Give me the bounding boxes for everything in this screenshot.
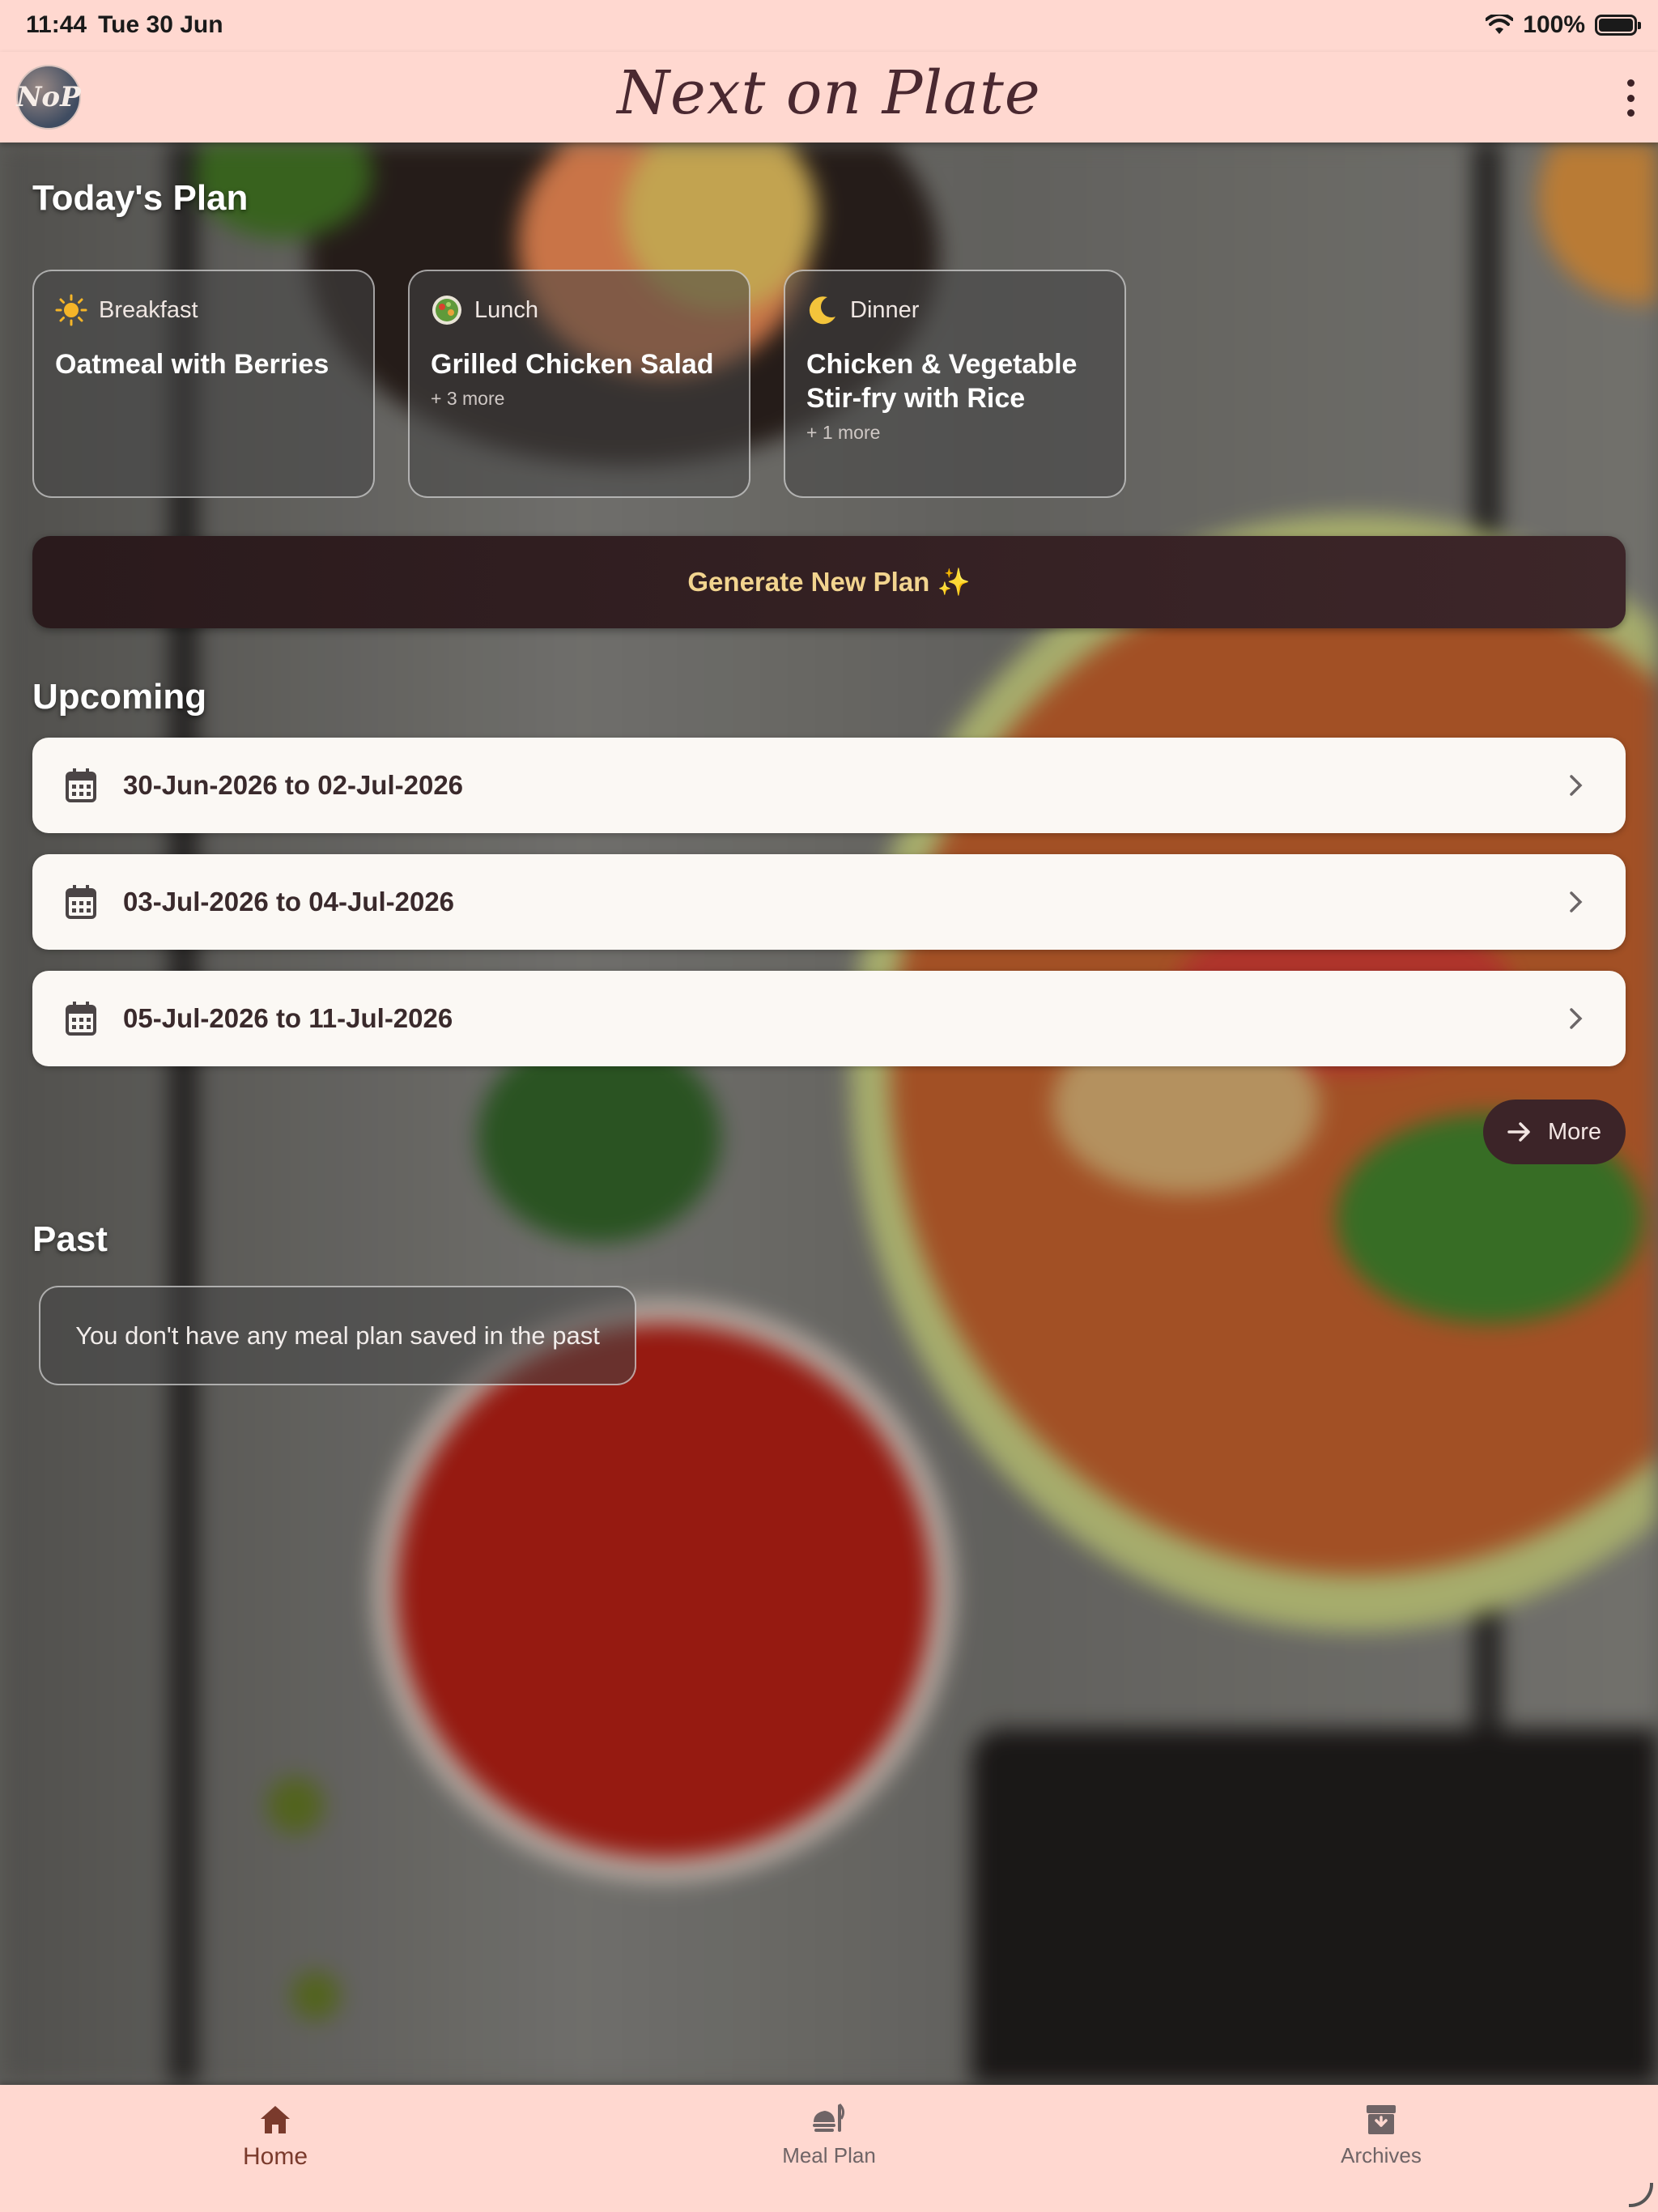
resize-handle-icon <box>1629 2183 1653 2207</box>
archive-icon <box>1367 2105 1396 2134</box>
bottom-navigation: Home Meal Plan Archives <box>0 2085 1658 2212</box>
meal-label: Breakfast <box>99 296 198 323</box>
calendar-icon <box>66 1002 96 1036</box>
meal-more-count: + 1 more <box>806 422 881 443</box>
chevron-right-icon <box>1570 775 1583 796</box>
battery-percent: 100% <box>1523 11 1585 38</box>
plan-date-range: 03-Jul-2026 to 04-Jul-2026 <box>123 887 455 917</box>
nav-label: Home <box>242 2143 308 2170</box>
status-time: 11:44 <box>26 11 87 38</box>
nav-label: Meal Plan <box>782 2143 876 2167</box>
meal-label: Dinner <box>850 296 920 323</box>
meal-name: Chicken & Vegetable Stir-fry with Rice <box>806 349 1078 414</box>
sun-icon <box>55 294 87 326</box>
upcoming-plan-row[interactable]: 05-Jul-2026 to 11-Jul-2026 <box>32 971 1626 1066</box>
plan-date-range: 05-Jul-2026 to 11-Jul-2026 <box>123 1003 453 1033</box>
status-bar: 11:44 Tue 30 Jun 100% <box>0 0 1658 52</box>
nav-home[interactable]: Home <box>178 2101 372 2171</box>
upcoming-title: Upcoming <box>32 677 207 717</box>
meal-label: Lunch <box>474 296 539 323</box>
meal-card-breakfast[interactable]: Breakfast Oatmeal with Berries <box>32 270 375 498</box>
salad-icon <box>432 296 461 325</box>
arrow-right-icon <box>1507 1122 1530 1142</box>
meal-plan-icon <box>813 2103 845 2132</box>
chevron-right-icon <box>1570 1008 1583 1029</box>
chevron-right-icon <box>1570 891 1583 912</box>
more-label: More <box>1547 1118 1602 1145</box>
nav-meal-plan[interactable]: Meal Plan <box>732 2101 926 2168</box>
calendar-icon <box>66 885 96 919</box>
wifi-icon <box>1486 15 1514 34</box>
more-vertical-icon[interactable] <box>1624 79 1637 117</box>
meal-card-dinner[interactable]: Dinner Chicken & Vegetable Stir-fry with… <box>784 270 1126 498</box>
meal-name: Oatmeal with Berries <box>55 349 329 380</box>
upcoming-plan-row[interactable]: 03-Jul-2026 to 04-Jul-2026 <box>32 854 1626 950</box>
meal-card-lunch[interactable]: Lunch Grilled Chicken Salad + 3 more <box>408 270 750 498</box>
nav-archives[interactable]: Archives <box>1284 2101 1478 2168</box>
meal-more-count: + 3 more <box>431 388 505 409</box>
todays-plan-title: Today's Plan <box>32 178 249 218</box>
generate-new-plan-button[interactable]: Generate New Plan ✨ <box>32 536 1626 628</box>
plan-date-range: 30-Jun-2026 to 02-Jul-2026 <box>123 770 464 800</box>
home-icon <box>261 2106 290 2133</box>
more-upcoming-button[interactable]: More <box>1483 1100 1626 1164</box>
app-title: Next on Plate <box>617 58 1041 128</box>
upcoming-plan-row[interactable]: 30-Jun-2026 to 02-Jul-2026 <box>32 738 1626 833</box>
app-bar: NoP Next on Plate <box>0 52 1658 143</box>
status-date: Tue 30 Jun <box>98 11 223 38</box>
nav-label: Archives <box>1341 2143 1422 2167</box>
past-empty-message: You don't have any meal plan saved in th… <box>39 1286 636 1385</box>
meal-name: Grilled Chicken Salad <box>431 349 714 380</box>
calendar-icon <box>66 768 96 802</box>
past-title: Past <box>32 1219 108 1259</box>
battery-icon <box>1595 15 1641 36</box>
moon-icon <box>809 296 835 325</box>
